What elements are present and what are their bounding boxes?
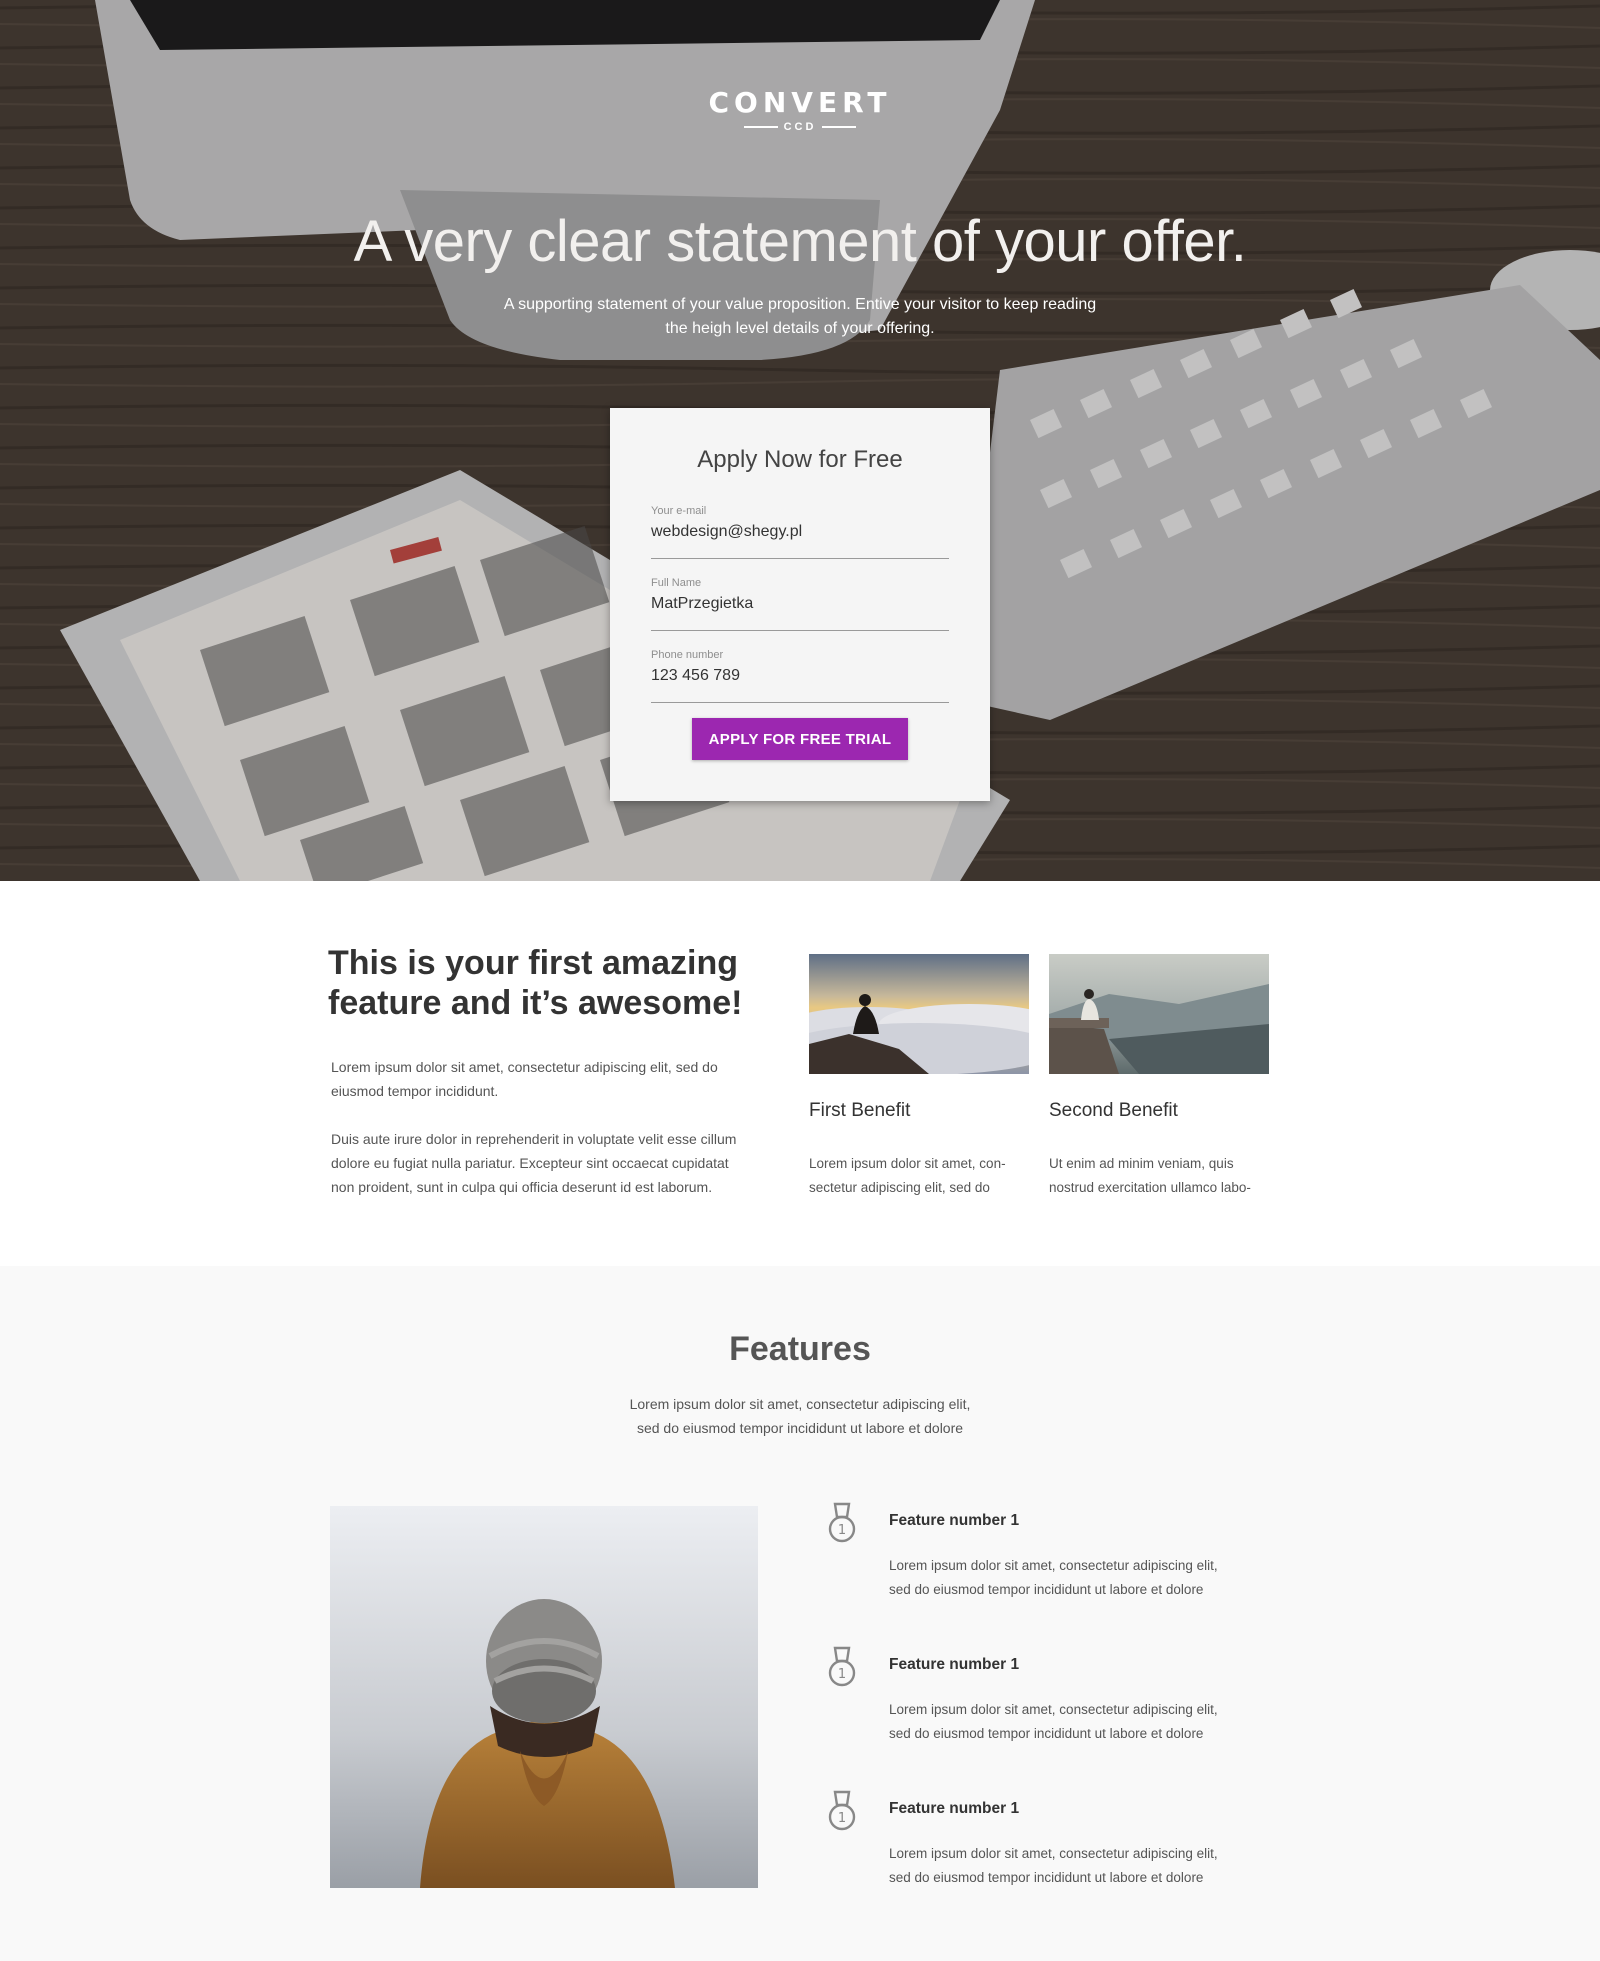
benefit-text-line: nostrud exercitation ullamco labo- — [1049, 1180, 1251, 1195]
feature-title: Feature number 1 — [889, 1800, 1020, 1817]
feature-intro-paragraph: Duis aute irure dolor in reprehenderit i… — [331, 1127, 761, 1199]
features-subtitle: Lorem ipsum dolor sit amet, consectetur … — [600, 1392, 1000, 1440]
medal-badge-number: 1 — [838, 1667, 846, 1682]
second-benefit-text: Ut enim ad minim veniam, quis nostrud ex… — [1049, 1152, 1271, 1200]
feature-text-line: sed do eiusmod tempor incididunt ut labo… — [889, 1870, 1204, 1885]
clouds-photo — [809, 954, 1029, 1074]
feature-text: Lorem ipsum dolor sit amet, consectetur … — [889, 1842, 1269, 1890]
hiker-photo — [330, 1506, 758, 1888]
full-name-field-label: Full Name — [651, 577, 702, 589]
features-subtitle-line: Lorem ipsum dolor sit amet, consectetur … — [629, 1396, 971, 1412]
feature-text-line: sed do eiusmod tempor incididunt ut labo… — [889, 1726, 1204, 1741]
email-field-value[interactable]: webdesign@shegy.pl — [651, 523, 949, 541]
feature-text-line: Lorem ipsum dolor sit amet, consectetur … — [889, 1558, 1218, 1573]
hero-section: CONVERT CCD A very clear statement of yo… — [0, 0, 1600, 881]
hero-title: A very clear statement of your offer. — [353, 209, 1247, 274]
features-section: Features Lorem ipsum dolor sit amet, con… — [0, 1266, 1600, 1961]
paragraph-line: Lorem ipsum dolor sit amet, consectetur … — [331, 1059, 718, 1075]
apply-free-trial-button[interactable]: APPLY FOR FREE TRIAL — [692, 718, 908, 760]
feature-intro-title-line: This is your first amazing — [328, 944, 738, 982]
features-title: Features — [729, 1330, 871, 1368]
medal-icon: 1 — [828, 1502, 856, 1543]
paragraph-line: dolore eu fugiat nulla pariatur. Excepte… — [331, 1155, 729, 1171]
hero-subtitle-line: the heigh level details of your offering… — [665, 320, 935, 337]
feature-text-line: Lorem ipsum dolor sit amet, consectetur … — [889, 1702, 1218, 1717]
first-benefit-text: Lorem ipsum dolor sit amet, con- sectetu… — [809, 1152, 1031, 1200]
feature-text-line: Lorem ipsum dolor sit amet, consectetur … — [889, 1846, 1218, 1861]
medal-icon: 1 — [828, 1790, 856, 1831]
phone-field-value[interactable]: 123 456 789 — [651, 667, 949, 685]
paragraph-line: eiusmod tempor incididunt. — [331, 1083, 499, 1099]
feature-intro-paragraph: Lorem ipsum dolor sit amet, consectetur … — [331, 1055, 761, 1103]
full-name-field-value[interactable]: MatPrzegietka — [651, 595, 949, 613]
feature-title: Feature number 1 — [889, 1656, 1020, 1673]
phone-field[interactable]: Phone number 123 456 789 — [651, 647, 949, 703]
feature-item: 1 Feature number 1 Lorem ipsum dolor sit… — [826, 1502, 1266, 1622]
feature-item: 1 Feature number 1 Lorem ipsum dolor sit… — [826, 1646, 1266, 1766]
feature-intro-section: This is your first amazing feature and i… — [0, 881, 1600, 1266]
feature-text: Lorem ipsum dolor sit amet, consectetur … — [889, 1554, 1269, 1602]
feature-item: 1 Feature number 1 Lorem ipsum dolor sit… — [826, 1790, 1266, 1910]
features-subtitle-line: sed do eiusmod tempor incididunt ut labo… — [636, 1420, 964, 1436]
email-field[interactable]: Your e-mail webdesign@shegy.pl — [651, 503, 949, 559]
first-benefit-image — [809, 954, 1029, 1074]
feature-text: Lorem ipsum dolor sit amet, consectetur … — [889, 1698, 1269, 1746]
brand-logo[interactable]: CONVERT CCD — [0, 86, 1600, 133]
logo-subtitle: CCD — [0, 121, 1600, 133]
benefit-text-line: Lorem ipsum dolor sit amet, con- — [809, 1156, 1006, 1171]
hero-subtitle-line: A supporting statement of your value pro… — [503, 296, 1097, 313]
features-photo — [330, 1506, 758, 1888]
hero-subtitle: A supporting statement of your value pro… — [470, 293, 1130, 341]
phone-field-label: Phone number — [651, 649, 724, 661]
email-field-label: Your e-mail — [651, 505, 707, 517]
feature-title: Feature number 1 — [889, 1512, 1020, 1529]
logo-sub-text: CCD — [783, 121, 817, 133]
feature-intro-title-line: feature and it’s awesome! — [328, 984, 743, 1022]
paragraph-line: Duis aute irure dolor in reprehenderit i… — [331, 1131, 737, 1147]
logo-rule-right — [822, 126, 857, 129]
second-benefit-image — [1049, 954, 1269, 1074]
form-title: Apply Now for Free — [697, 446, 903, 473]
signup-form-card: Apply Now for Free Your e-mail webdesign… — [610, 408, 990, 801]
feature-intro-title: This is your first amazing feature and i… — [328, 943, 768, 1023]
feature-text-line: sed do eiusmod tempor incididunt ut labo… — [889, 1582, 1204, 1597]
full-name-field[interactable]: Full Name MatPrzegietka — [651, 575, 949, 631]
second-benefit-title: Second Benefit — [1049, 1100, 1178, 1121]
medal-badge-number: 1 — [838, 1523, 846, 1538]
first-benefit-title: First Benefit — [809, 1100, 911, 1121]
logo-wordmark: CONVERT — [708, 86, 892, 119]
benefit-text-line: Ut enim ad minim veniam, quis — [1049, 1156, 1234, 1171]
benefit-text-line: sectetur adipiscing elit, sed do — [809, 1180, 990, 1195]
medal-icon: 1 — [828, 1646, 856, 1687]
medal-badge-number: 1 — [838, 1811, 846, 1826]
logo-rule-left — [743, 126, 778, 129]
paragraph-line: non proident, sunt in culpa qui officia … — [331, 1179, 713, 1195]
cliff-photo — [1049, 954, 1269, 1074]
